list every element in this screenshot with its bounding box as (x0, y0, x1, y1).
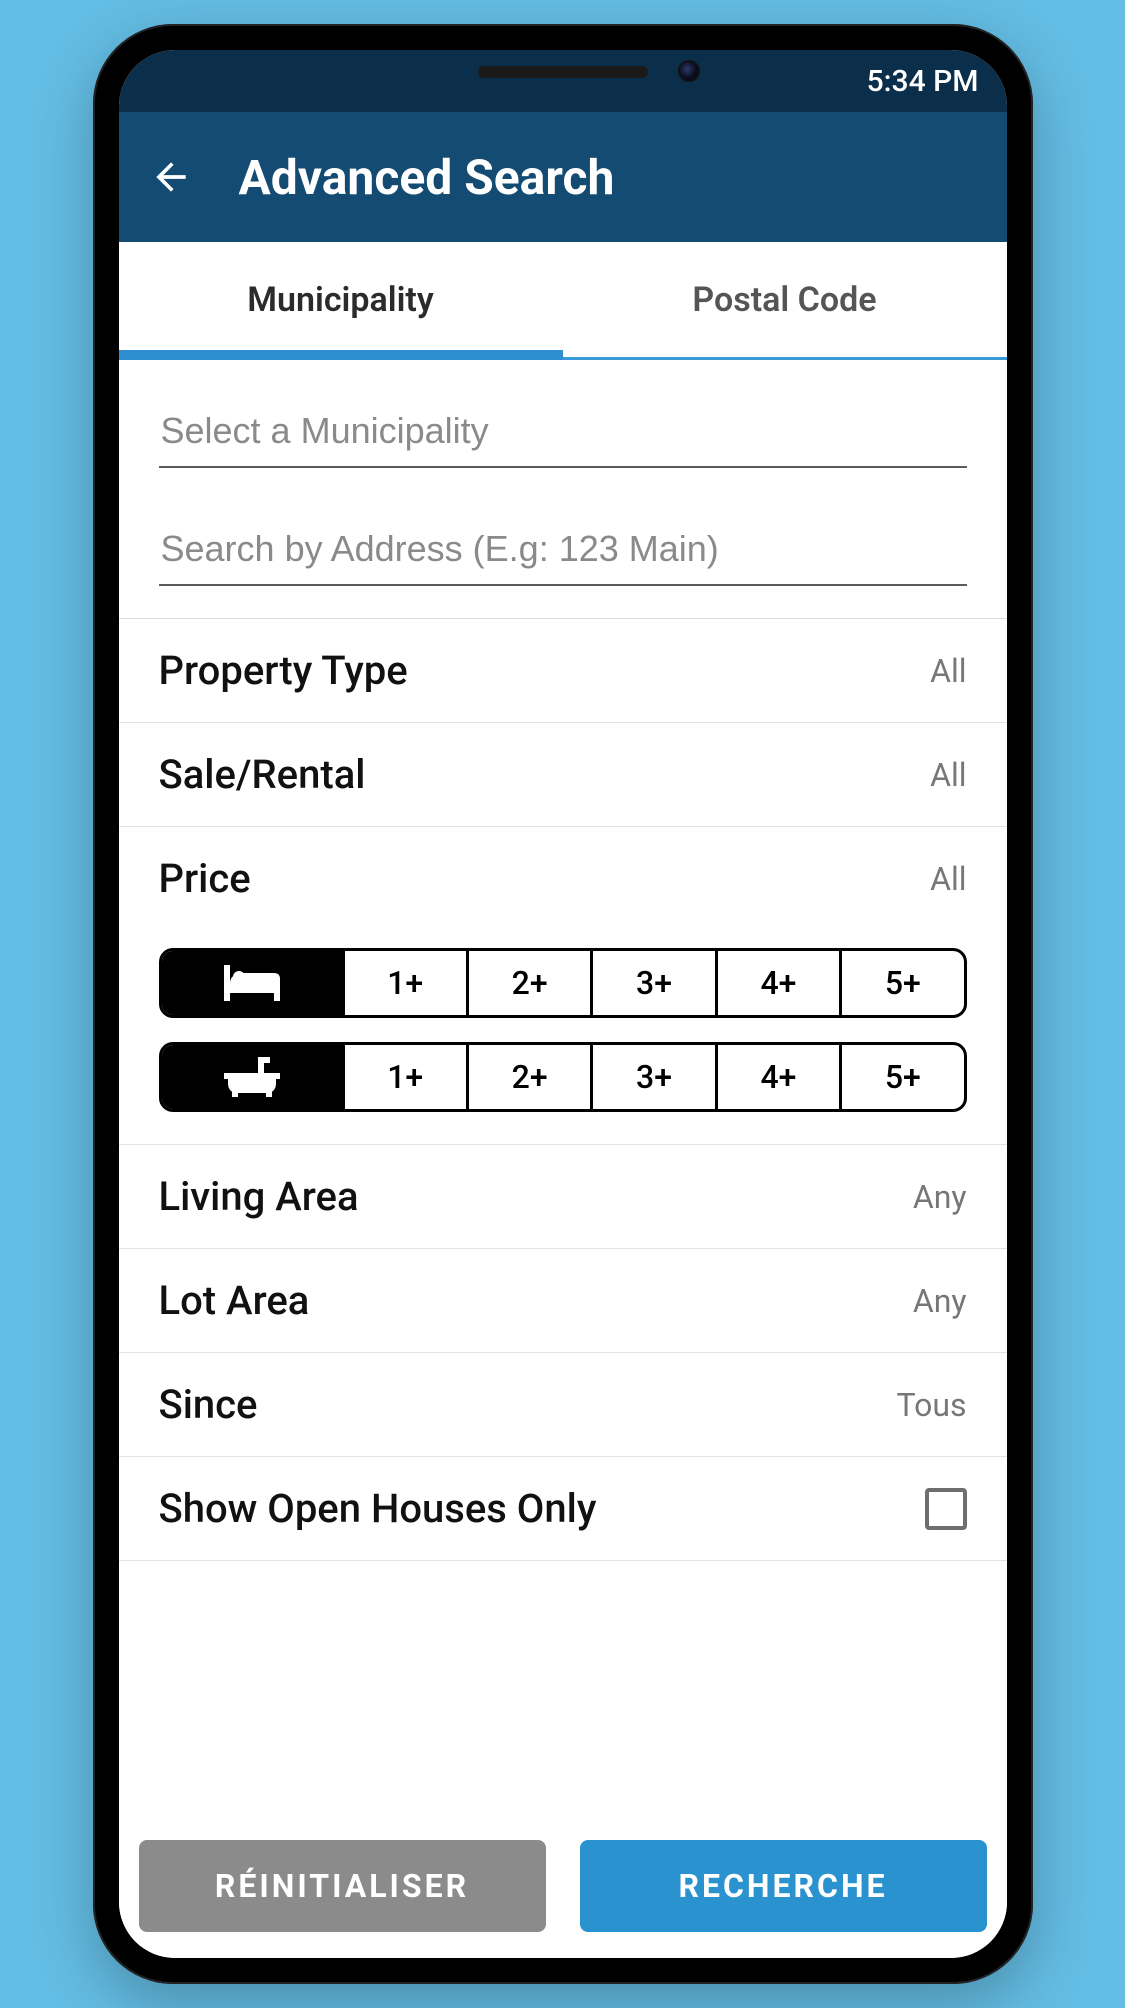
bed-icon (224, 961, 280, 1005)
filter-label: Property Type (159, 647, 408, 694)
filter-label: Sale/Rental (159, 751, 366, 798)
page-title: Advanced Search (239, 149, 615, 206)
filter-open-houses[interactable]: Show Open Houses Only (119, 1457, 1007, 1561)
filter-value: Tous (897, 1386, 967, 1424)
status-time: 5:34 PM (867, 64, 979, 99)
tab-bar: Municipality Postal Code (119, 242, 1007, 360)
tab-postal-code[interactable]: Postal Code (563, 242, 1007, 357)
bath-icon (224, 1055, 280, 1099)
back-button[interactable] (143, 149, 199, 205)
filter-label: Show Open Houses Only (159, 1485, 597, 1532)
bathrooms-3plus[interactable]: 3+ (590, 1045, 714, 1109)
bedrooms-1plus[interactable]: 1+ (342, 951, 466, 1015)
bathrooms-2plus[interactable]: 2+ (466, 1045, 590, 1109)
filter-property-type[interactable]: Property Type All (119, 619, 1007, 723)
filter-label: Price (159, 855, 251, 902)
search-button[interactable]: RECHERCHE (580, 1840, 987, 1932)
search-button-label: RECHERCHE (678, 1867, 887, 1905)
screen: 5:34 PM Advanced Search Municipality Pos… (119, 50, 1007, 1958)
filter-living-area[interactable]: Living Area Any (119, 1145, 1007, 1249)
bathrooms-segment: 1+ 2+ 3+ 4+ 5+ (159, 1042, 967, 1112)
bedrooms-3plus[interactable]: 3+ (590, 951, 714, 1015)
filter-value: All (930, 860, 966, 898)
phone-camera (678, 60, 700, 82)
phone-speaker (478, 66, 648, 78)
address-input[interactable] (159, 514, 967, 586)
filter-value: Any (913, 1178, 967, 1216)
open-houses-checkbox[interactable] (925, 1488, 967, 1530)
app-bar: Advanced Search (119, 112, 1007, 242)
arrow-left-icon (149, 155, 193, 199)
bed-icon-cell[interactable] (162, 951, 342, 1015)
bathrooms-5plus[interactable]: 5+ (839, 1045, 963, 1109)
bath-icon-cell[interactable] (162, 1045, 342, 1109)
municipality-input[interactable] (159, 396, 967, 468)
footer: RÉINITIALISER RECHERCHE (119, 1822, 1007, 1958)
filter-label: Living Area (159, 1173, 359, 1220)
filter-label: Lot Area (159, 1277, 310, 1324)
bedrooms-5plus[interactable]: 5+ (839, 951, 963, 1015)
filter-value: All (930, 756, 966, 794)
bedrooms-4plus[interactable]: 4+ (715, 951, 839, 1015)
filter-price[interactable]: Price All (119, 827, 1007, 930)
filter-since[interactable]: Since Tous (119, 1353, 1007, 1457)
reset-button[interactable]: RÉINITIALISER (139, 1840, 546, 1932)
filter-label: Since (159, 1381, 258, 1428)
tab-municipality[interactable]: Municipality (119, 242, 563, 357)
tab-label: Postal Code (692, 280, 876, 320)
bed-bath-section: 1+ 2+ 3+ 4+ 5+ (119, 930, 1007, 1145)
bedrooms-2plus[interactable]: 2+ (466, 951, 590, 1015)
bedrooms-segment: 1+ 2+ 3+ 4+ 5+ (159, 948, 967, 1018)
status-bar: 5:34 PM (119, 50, 1007, 112)
bathrooms-4plus[interactable]: 4+ (715, 1045, 839, 1109)
phone-frame: 5:34 PM Advanced Search Municipality Pos… (93, 24, 1033, 1984)
filter-lot-area[interactable]: Lot Area Any (119, 1249, 1007, 1353)
reset-button-label: RÉINITIALISER (215, 1867, 469, 1905)
filter-value: Any (913, 1282, 967, 1320)
inputs-section (119, 360, 1007, 619)
bathrooms-1plus[interactable]: 1+ (342, 1045, 466, 1109)
tab-label: Municipality (247, 280, 433, 320)
filter-sale-rental[interactable]: Sale/Rental All (119, 723, 1007, 827)
content: Property Type All Sale/Rental All Price … (119, 360, 1007, 1822)
filter-value: All (930, 652, 966, 690)
